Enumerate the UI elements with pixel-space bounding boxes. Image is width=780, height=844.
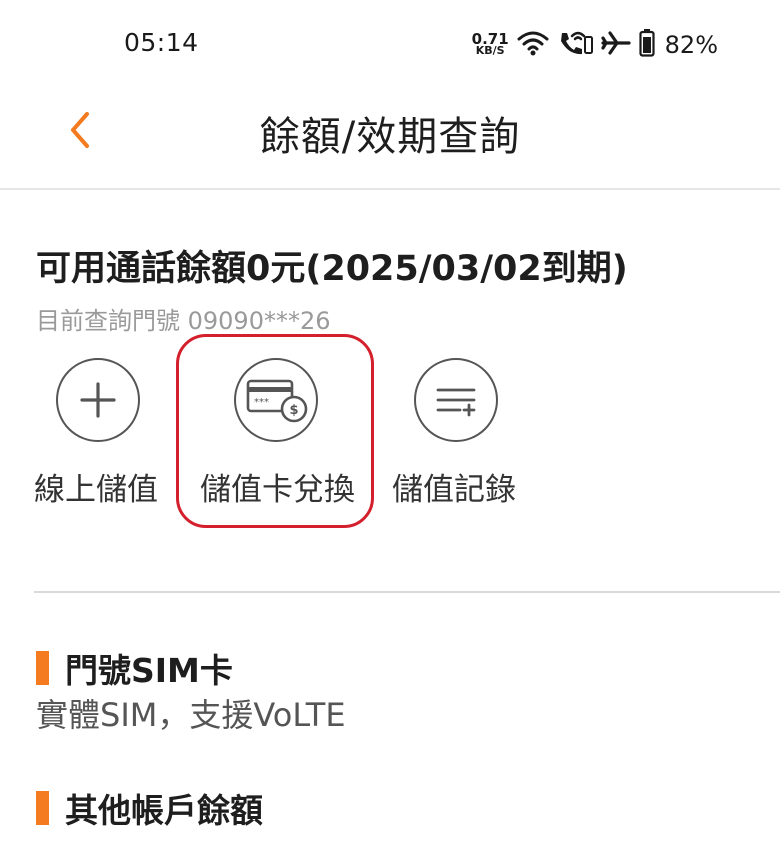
sim-section-header: 門號SIM卡 [36,644,233,692]
sim-section-title: 門號SIM卡 [65,651,233,690]
status-bar: 05:14 0.71 KB/S 82% [0,0,780,90]
prepaid-card-redeem-button[interactable]: *** $ 儲值卡兌換 [196,358,355,508]
other-balance-title: 其他帳戶餘額 [65,791,263,830]
sim-info: 實體SIM，支援VoLTE [36,696,346,734]
wifi-call-icon [557,29,593,61]
prepaid-card-redeem-label: 儲值卡兌換 [200,472,355,508]
battery-percent: 82% [664,31,718,59]
other-balance-header[interactable]: 其他帳戶餘額 [36,784,263,832]
online-topup-button[interactable]: 線上儲值 [34,358,184,508]
plus-icon [56,358,140,442]
section-accent-bar [36,791,49,825]
topup-record-label: 儲值記錄 [392,472,516,508]
status-icons: 0.71 KB/S 82% [472,28,718,62]
topup-record-button[interactable]: 儲值記錄 [392,358,542,508]
balance-title: 可用通話餘額0元(2025/03/02到期) [36,249,628,289]
list-add-icon [414,358,498,442]
section-divider [34,591,780,593]
wifi-icon [517,29,549,61]
svg-text:$: $ [289,403,298,418]
svg-text:***: *** [254,397,269,408]
online-topup-label: 線上儲值 [34,472,158,508]
battery-icon [639,29,655,61]
balance-query-screen: 05:14 0.71 KB/S 82% 餘額/效期查詢 可用通話餘額0元(202… [0,0,780,844]
prepaid-card-icon: *** $ [234,358,318,442]
query-phone-number: 目前查詢門號 09090***26 [36,307,331,335]
page-title: 餘額/效期查詢 [259,114,521,160]
network-speed-unit: KB/S [475,44,505,57]
airplane-mode-icon [601,29,631,61]
status-time: 05:14 [124,28,199,57]
app-header: 餘額/效期查詢 [0,90,780,190]
network-speed: 0.71 KB/S [472,32,509,57]
section-accent-bar [36,651,49,685]
